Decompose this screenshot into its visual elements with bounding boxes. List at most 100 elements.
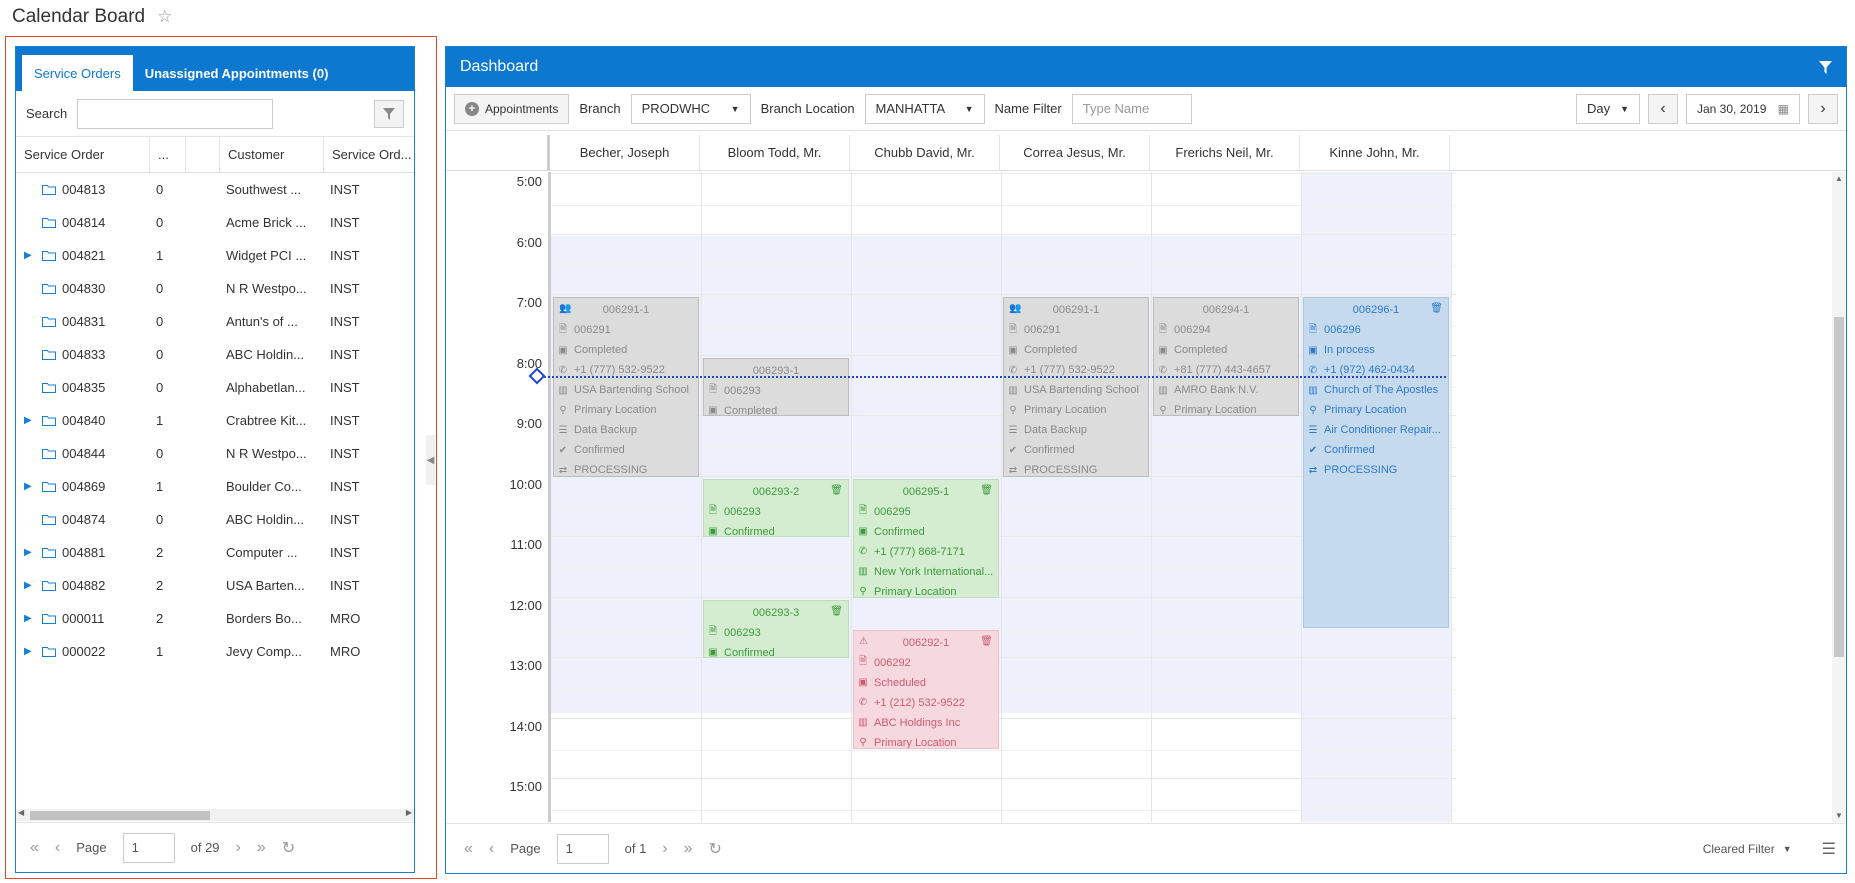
col-service-order[interactable]: Service Order	[16, 137, 150, 172]
first-page-icon[interactable]: «	[464, 840, 473, 858]
tab-unassigned-appointments[interactable]: Unassigned Appointments (0)	[133, 55, 341, 91]
trash-icon[interactable]: 🗑	[1430, 303, 1443, 314]
col-count[interactable]: ...	[150, 137, 186, 172]
prev-page-icon[interactable]: ‹	[55, 839, 60, 857]
first-page-icon[interactable]: «	[30, 839, 39, 857]
service-order-id[interactable]: 000022	[62, 644, 105, 659]
table-row[interactable]: ▶ 004882 2 USA Barten... INST	[16, 569, 414, 602]
expand-caret-icon[interactable]: ▶	[24, 646, 36, 657]
resource-header-cell[interactable]: Kinne John, Mr.	[1300, 135, 1450, 170]
refresh-icon[interactable]: ↻	[709, 839, 722, 859]
filter-button[interactable]	[374, 99, 404, 128]
funnel-icon[interactable]	[1819, 60, 1832, 74]
branch-select[interactable]: PRODWHC ▼	[630, 93, 751, 124]
table-row[interactable]: 004833 0 ABC Holdin... INST	[16, 338, 414, 371]
service-order-id[interactable]: 004821	[62, 248, 105, 263]
appointment-card[interactable]: 006293-2 🗑 🗎 006293 ▣ Confirmed	[703, 478, 849, 538]
trash-icon[interactable]: 🗑	[980, 636, 993, 647]
table-row[interactable]: ▶ 004881 2 Computer ... INST	[16, 536, 414, 569]
branch-location-select[interactable]: MANHATTA ▼	[864, 93, 985, 124]
appointment-card[interactable]: 006294-1 🗎 006294 ▣ Completed ✆ +81 (777) 443-…	[1153, 297, 1299, 417]
scroll-right-icon[interactable]: ▶	[406, 808, 412, 817]
table-row[interactable]: 004835 0 Alphabetlan... INST	[16, 371, 414, 404]
table-row[interactable]: ▶ 004840 1 Crabtree Kit... INST	[16, 404, 414, 437]
resource-header-cell[interactable]: Correa Jesus, Mr.	[1000, 135, 1150, 170]
service-order-id[interactable]: 000011	[62, 611, 104, 626]
appointment-card[interactable]: ⚠ 006292-1 🗑 🗎 006292 ▣ Scheduled ✆ +1 (212) 532…	[853, 629, 999, 749]
trash-icon[interactable]: 🗑	[980, 485, 993, 496]
appointment-card[interactable]: 👥 006291-1 🗎 006291 ▣ Completed ✆ +1 (777) 532-…	[553, 297, 699, 477]
vertical-scrollbar[interactable]: ▲ ▼	[1832, 172, 1846, 822]
tab-service-orders[interactable]: Service Orders	[22, 55, 133, 91]
scroll-up-icon[interactable]: ▲	[1835, 174, 1843, 183]
scroll-down-icon[interactable]: ▼	[1835, 811, 1843, 820]
table-row[interactable]: 004831 0 Antun's of ... INST	[16, 305, 414, 338]
name-filter-input[interactable]: Type Name	[1071, 93, 1192, 124]
service-order-id[interactable]: 004869	[62, 479, 105, 494]
search-input[interactable]	[77, 98, 274, 129]
list-view-icon[interactable]: ☰	[1822, 839, 1836, 859]
trash-icon[interactable]: 🗑	[830, 606, 843, 617]
service-order-id[interactable]: 004830	[62, 281, 105, 296]
appointments-button[interactable]: + Appointments	[454, 93, 570, 124]
service-order-id[interactable]: 004814	[62, 215, 105, 230]
expand-caret-icon[interactable]: ▶	[24, 250, 36, 261]
expand-caret-icon[interactable]: ▶	[24, 547, 36, 558]
scroll-left-icon[interactable]: ◀	[18, 808, 24, 817]
table-row[interactable]: 004813 0 Southwest ... INST	[16, 173, 414, 206]
table-row[interactable]: 004844 0 N R Westpo... INST	[16, 437, 414, 470]
expand-caret-icon[interactable]: ▶	[24, 415, 36, 426]
page-input[interactable]: 1	[122, 832, 175, 863]
table-row[interactable]: ▶ 004821 1 Widget PCI ... INST	[16, 239, 414, 272]
next-page-icon[interactable]: ›	[236, 839, 241, 857]
page-input[interactable]: 1	[556, 833, 609, 864]
table-row[interactable]: ▶ 004869 1 Boulder Co... INST	[16, 470, 414, 503]
table-row[interactable]: 004830 0 N R Westpo... INST	[16, 272, 414, 305]
star-icon[interactable]: ☆	[157, 7, 172, 27]
last-page-icon[interactable]: »	[684, 840, 693, 858]
service-order-id[interactable]: 004833	[62, 347, 105, 362]
calendar-icon[interactable]: ▦	[1778, 102, 1789, 116]
next-day-button[interactable]: ›	[1808, 93, 1838, 124]
scroll-thumb[interactable]	[30, 811, 210, 820]
collapse-panel-handle[interactable]: ◀	[426, 435, 435, 485]
next-page-icon[interactable]: ›	[662, 840, 667, 858]
resource-header-cell[interactable]: Chubb David, Mr.	[850, 135, 1000, 170]
appointment-card[interactable]: 006296-1 🗑 🗎 006296 ▣ In process ✆ +1 (972) 462…	[1303, 297, 1449, 628]
col-blank[interactable]	[186, 137, 220, 172]
appointment-card[interactable]: 006293-1 🗎 006293 ▣ Completed	[703, 357, 849, 417]
service-order-id[interactable]: 004881	[62, 545, 105, 560]
resource-header-cell[interactable]: Frerichs Neil, Mr.	[1150, 135, 1300, 170]
table-row[interactable]: ▶ 000011 2 Borders Bo... MRO	[16, 602, 414, 635]
service-order-id[interactable]: 004840	[62, 413, 105, 428]
vertical-scroll-thumb[interactable]	[1834, 317, 1844, 657]
horizontal-scrollbar[interactable]: ◀ ▶	[16, 808, 414, 821]
service-order-id[interactable]: 004874	[62, 512, 105, 527]
table-row[interactable]: 004814 0 Acme Brick ... INST	[16, 206, 414, 239]
last-page-icon[interactable]: »	[257, 839, 266, 857]
appointment-card[interactable]: 👥 006291-1 🗎 006291 ▣ Completed ✆ +1 (777) 532-…	[1003, 297, 1149, 477]
date-picker[interactable]: Jan 30, 2019 ▦	[1686, 93, 1800, 124]
appointment-card[interactable]: 006295-1 🗑 🗎 006295 ▣ Confirmed ✆ +1 (777) 868-…	[853, 478, 999, 598]
expand-caret-icon[interactable]: ▶	[24, 613, 36, 624]
table-row[interactable]: 004874 0 ABC Holdin... INST	[16, 503, 414, 536]
col-service-order-type[interactable]: Service Ord...	[324, 137, 414, 172]
expand-caret-icon[interactable]: ▶	[24, 580, 36, 591]
trash-icon[interactable]: 🗑	[830, 485, 843, 496]
expand-caret-icon[interactable]: ▶	[24, 481, 36, 492]
col-customer[interactable]: Customer	[220, 137, 324, 172]
resource-header-cell[interactable]: Becher, Joseph	[550, 135, 700, 170]
appointment-card[interactable]: 006293-3 🗑 🗎 006293 ▣ Confirmed	[703, 599, 849, 659]
prev-page-icon[interactable]: ‹	[489, 840, 494, 858]
view-select[interactable]: Day ▼	[1576, 93, 1640, 124]
prev-day-button[interactable]: ‹	[1648, 93, 1678, 124]
service-order-id[interactable]: 004844	[62, 446, 105, 461]
cleared-filter-select[interactable]: Cleared Filter ▼	[1703, 842, 1792, 856]
service-order-id[interactable]: 004813	[62, 182, 105, 197]
table-row[interactable]: ▶ 000022 1 Jevy Comp... MRO	[16, 635, 414, 668]
resource-header-cell[interactable]: Bloom Todd, Mr.	[700, 135, 850, 170]
service-order-id[interactable]: 004835	[62, 380, 105, 395]
refresh-icon[interactable]: ↻	[282, 838, 295, 858]
service-order-id[interactable]: 004882	[62, 578, 105, 593]
service-order-id[interactable]: 004831	[62, 314, 105, 329]
